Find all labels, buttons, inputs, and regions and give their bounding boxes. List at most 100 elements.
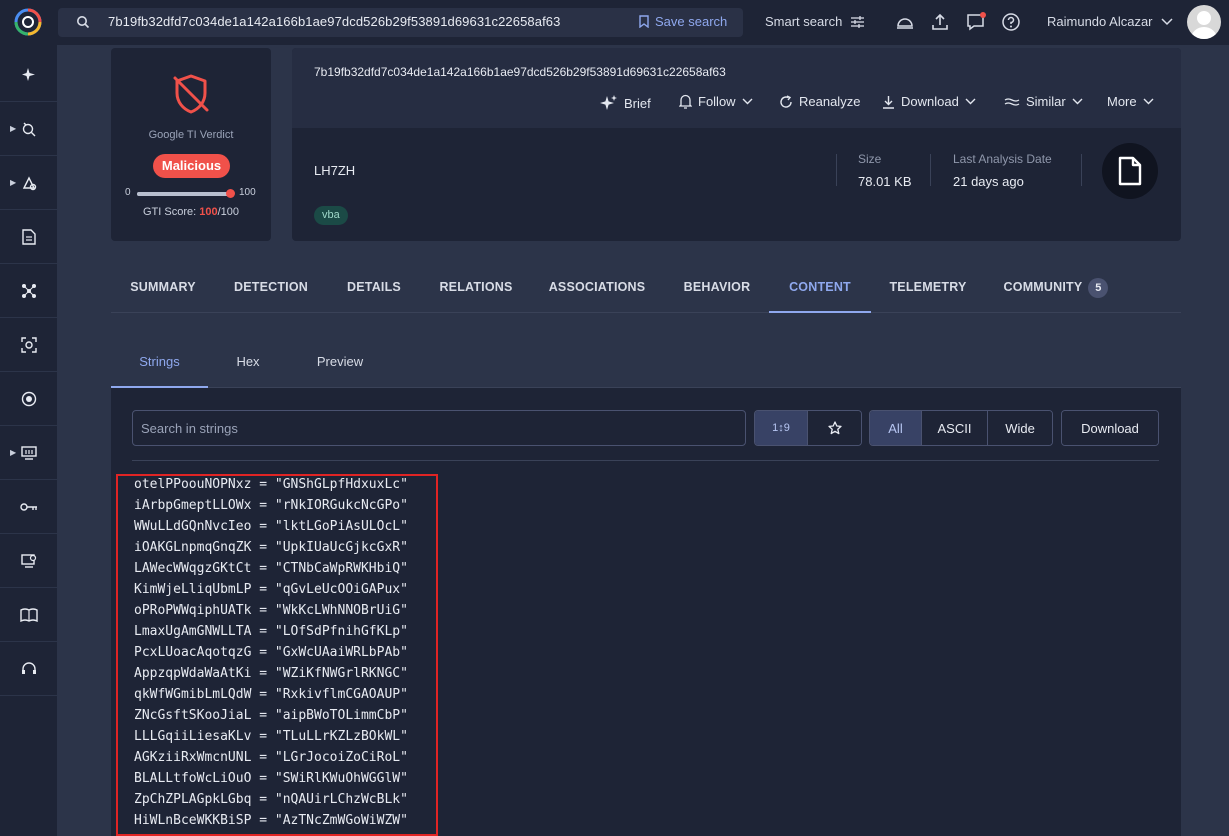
shield-off-icon (173, 74, 209, 114)
sidebar-item-intelligence[interactable]: ▶ (0, 156, 57, 210)
file-info-card: 7b19fb32dfd7c034de1a142a166b1ae97dcd526b… (292, 48, 1181, 241)
star-icon (827, 421, 842, 435)
string-line[interactable]: qkWfWGmibLmLQdW = "RxkivflmCGAOAUP" (134, 687, 408, 702)
follow-button[interactable]: Follow (679, 94, 753, 109)
save-search-button[interactable]: Save search (639, 14, 727, 29)
string-line[interactable]: LLLGqiiLiesaKLv = "TLuLLrKZLzBOkWL" (134, 729, 408, 744)
file-tag[interactable]: vba (314, 206, 348, 225)
chevron-down-icon (1160, 17, 1173, 25)
tab-relations[interactable]: RELATIONS (421, 263, 531, 313)
string-line[interactable]: WWuLLdGQnNvcIeo = "lktLGoPiAsULOcL" (134, 519, 408, 534)
sidebar-item-threat-hunting[interactable]: ▶ (0, 102, 57, 156)
sidebar-item-devices[interactable] (0, 534, 57, 588)
similar-button[interactable]: Similar (1004, 94, 1083, 109)
upload-icon[interactable] (930, 12, 950, 32)
more-button[interactable]: More (1107, 94, 1154, 109)
string-line[interactable]: otelPPoouNOPNxz = "GNShGLpfHdxuxLc" (134, 477, 408, 492)
strings-search-field[interactable] (132, 410, 746, 446)
subtab-strings[interactable]: Strings (111, 340, 208, 388)
tab-behavior[interactable]: BEHAVIOR (663, 263, 771, 313)
notifications-icon[interactable] (966, 12, 986, 32)
filter-wide-button[interactable]: Wide (988, 411, 1052, 445)
tab-detection[interactable]: DETECTION (215, 263, 327, 313)
download-label: Download (901, 94, 959, 109)
smart-search-label: Smart search (765, 14, 843, 29)
sidebar-item-livehunt[interactable] (0, 372, 57, 426)
user-menu[interactable]: Raimundo Alcazar (1047, 14, 1173, 29)
string-line[interactable]: LAWecWWqgzGKtCt = "CTNbCaWpRWKHbiQ" (134, 561, 408, 576)
reanalyze-button[interactable]: Reanalyze (779, 94, 860, 109)
sidebar-item-keys[interactable] (0, 480, 57, 534)
filter-ascii-button[interactable]: ASCII (922, 411, 988, 445)
string-line[interactable]: AppzqpWdaWaAtKi = "WZiKfNWGrlRKNGC" (134, 666, 408, 681)
scan-icon (20, 336, 37, 353)
caret-right-icon: ▶ (10, 124, 17, 133)
tab-community[interactable]: COMMUNITY 5 (991, 263, 1121, 313)
string-line[interactable]: AGKziiRxWmcnUNL = "LGrJocoiZoCiRoL" (134, 750, 408, 765)
string-line[interactable]: ZNcGsftSKooJiaL = "aipBWoTOLimmCbP" (134, 708, 408, 723)
favorite-button[interactable] (808, 411, 861, 445)
search-query[interactable]: 7b19fb32dfd7c034de1a142a166b1ae97dcd526b… (108, 14, 560, 29)
brief-button[interactable]: Brief (600, 94, 651, 112)
app-logo-icon[interactable] (12, 6, 44, 38)
sidebar-item-docs[interactable] (0, 588, 57, 642)
string-line[interactable]: BLALLtfoWcLiOuO = "SWiRlKWuOhWGGlW" (134, 771, 408, 786)
string-line[interactable]: ZpChZPLAGpkLGbq = "nQAUirLChzWcBLk" (134, 792, 408, 807)
chevron-down-icon (1072, 98, 1083, 105)
bell-icon (679, 94, 692, 109)
score-slider (137, 189, 235, 198)
string-line[interactable]: PcxLUoacAqotqzG = "GxWcUAaiWRLbPAb" (134, 645, 408, 660)
file-hash[interactable]: 7b19fb32dfd7c034de1a142a166b1ae97dcd526b… (314, 65, 726, 79)
download-file-button[interactable]: Download (882, 94, 976, 109)
last-analysis-label: Last Analysis Date (953, 152, 1052, 166)
chevron-down-icon (1143, 98, 1154, 105)
avatar[interactable] (1187, 5, 1221, 39)
subtab-hex[interactable]: Hex (208, 340, 288, 388)
sidebar-item-ai[interactable] (0, 48, 57, 102)
cloud-icon[interactable] (895, 12, 915, 32)
sidebar-item-scan[interactable] (0, 318, 57, 372)
strings-download-button[interactable]: Download (1062, 411, 1158, 445)
sidebar-item-support[interactable] (0, 642, 57, 696)
report-icon (21, 228, 36, 245)
tab-telemetry[interactable]: TELEMETRY (871, 263, 985, 313)
search-icon (77, 16, 90, 29)
tab-details[interactable]: DETAILS (327, 263, 421, 313)
file-icon (1118, 156, 1142, 186)
subtab-preview[interactable]: Preview (298, 340, 382, 388)
key-icon (19, 502, 37, 511)
tab-community-label: COMMUNITY (1003, 280, 1083, 294)
score-max: 100 (239, 187, 256, 198)
sidebar-item-reports[interactable] (0, 210, 57, 264)
gti-score-prefix: GTI Score: (142, 206, 200, 218)
divider (1081, 154, 1082, 186)
community-count-badge: 5 (1088, 277, 1109, 298)
sidebar-item-graph[interactable] (0, 264, 57, 318)
smart-search-button[interactable]: Smart search (765, 14, 865, 29)
sparkle-icon (21, 67, 35, 81)
string-line[interactable]: KimWjeLliqUbmLP = "qGvLeUcOOiGAPux" (134, 582, 408, 597)
tab-content[interactable]: CONTENT (769, 263, 871, 313)
sidebar-item-monitor[interactable]: ▶ (0, 426, 57, 480)
string-line[interactable]: HiWLnBceWKKBiSP = "AzTNcZmWGoWiWZW" (134, 813, 408, 828)
size-value: 78.01 KB (858, 174, 912, 189)
divider (930, 154, 931, 186)
filter-all-button[interactable]: All (870, 411, 922, 445)
help-icon[interactable] (1001, 12, 1021, 32)
divider (132, 460, 1159, 461)
strings-search-input[interactable] (133, 411, 745, 445)
tab-summary[interactable]: SUMMARY (111, 263, 215, 313)
download-icon (883, 95, 894, 109)
string-line[interactable]: iArbpGmeptLLOWx = "rNkIORGukcNcGPo" (134, 498, 408, 513)
similar-icon (1004, 97, 1020, 106)
more-label: More (1107, 94, 1137, 109)
sort-button[interactable]: 1↕9 (755, 411, 808, 445)
string-line[interactable]: oPRoPWWqiphUATk = "WkKcLWhNNOBrUiG" (134, 603, 408, 618)
chevron-down-icon (965, 98, 976, 105)
string-line[interactable]: LmaxUgAmGNWLLTA = "LOfSdPfnihGfKLp" (134, 624, 408, 639)
chevron-down-icon (742, 98, 753, 105)
string-line[interactable]: iOAKGLnpmqGnqZK = "UpkIUaUcGjkcGxR" (134, 540, 408, 555)
global-search-input[interactable]: 7b19fb32dfd7c034de1a142a166b1ae97dcd526b… (58, 8, 743, 37)
size-label: Size (858, 152, 882, 166)
tab-associations[interactable]: ASSOCIATIONS (531, 263, 663, 313)
